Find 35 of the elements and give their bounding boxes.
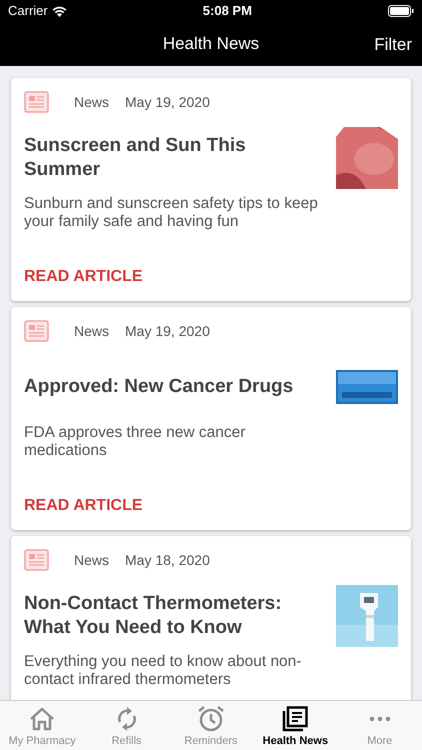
tab-bar-item[interactable]: More [338,701,422,750]
article-summary: FDA approves three new cancer medications [24,424,246,460]
more-icon [368,716,391,722]
filter-button[interactable]: Filter [374,32,412,58]
newspaper-icon [282,706,308,732]
article-card[interactable]: News May 19, 2020 Sunscreen and Sun This Summer Sunburn and sunscreen safety tips to keep your family safe and having fun READ ARTICLE [11,78,411,301]
tab-bar-item[interactable]: Health News [253,701,338,750]
article-title: Approved: New Cancer Drugs [24,375,294,399]
screen-title: Health News [162,33,260,56]
tab-bar-item[interactable]: Refills [84,701,169,750]
read-article-link[interactable]: READ ARTICLE [24,265,143,289]
article-category: News [74,550,110,570]
carrier-name: Carrier [8,2,48,20]
article-category: News [74,322,110,340]
battery-icon [388,5,414,17]
wifi-icon [52,6,67,16]
tab-bar-item[interactable]: Reminders [168,701,254,750]
article-summary: Everything you need to know about non-contact infrared thermometers [24,653,302,689]
read-article-link[interactable]: READ ARTICLE [24,494,143,518]
newspaper-icon [24,549,49,571]
article-date: May 19, 2020 [125,322,210,341]
article-card[interactable]: News May 18, 2020 Non-Contact Thermometers: What You Need to Know Everything you need to know about non-contact infrared thermometers [11,536,411,700]
tab-bar-item[interactable]: My Pharmacy [0,701,84,750]
newspaper-icon [24,91,49,113]
clock-time: 5:08 PM [202,2,252,20]
article-title: Non-Contact Thermometers: What You Need to Know [24,592,283,640]
article-date: May 19, 2020 [125,92,210,112]
alarm-clock-icon [196,705,225,732]
newspaper-icon [24,320,49,342]
article-date: May 18, 2020 [125,550,210,570]
article-summary: Sunburn and sunscreen safety tips to keep your family safe and having fun [24,195,318,231]
article-card[interactable]: News May 19, 2020 Approved: New Cancer Drugs FDA approves three new cancer medications READ ARTICLE [11,307,411,530]
article-category: News [74,92,110,112]
home-icon [29,706,56,731]
article-title: Sunscreen and Sun This Summer [24,134,247,182]
